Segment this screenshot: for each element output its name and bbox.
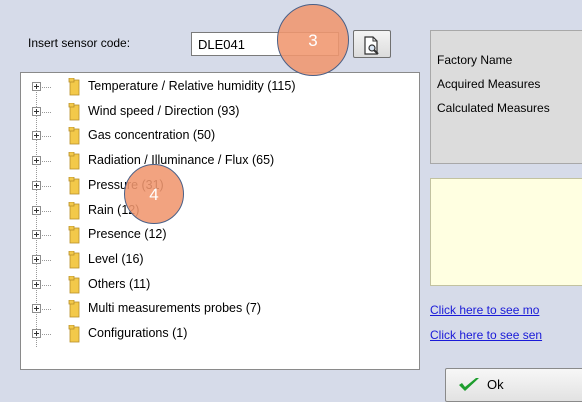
expand-plus-icon[interactable] (32, 156, 41, 166)
tree-item[interactable]: Rain (12) (21, 201, 411, 221)
tree-item-label: Level (16) (88, 251, 144, 266)
tree-item-label: Others (11) (88, 276, 151, 291)
expand-plus-icon[interactable] (32, 205, 41, 215)
green-check-icon (459, 378, 479, 391)
tree-item-label: Configurations (1) (88, 326, 188, 340)
info-acquired-measures-label: Acquired Measures (437, 77, 541, 91)
info-calculated-measures-label: Calculated Measures (437, 101, 550, 115)
ok-button[interactable]: Ok (445, 368, 582, 402)
folder-icon (53, 324, 81, 346)
tree-connector (42, 161, 51, 163)
annotation-marker-3: 3 (277, 4, 349, 76)
expand-plus-icon[interactable] (32, 329, 41, 338)
tree-item[interactable]: Presence (12) (21, 225, 411, 245)
tree-item[interactable]: Radiation / Illuminance / Flux (65) (21, 151, 411, 171)
expand-plus-icon[interactable] (32, 131, 41, 141)
see-sensor-link[interactable]: Click here to see sen (430, 328, 542, 342)
tree-connector (42, 136, 51, 138)
tree-item-label: Temperature / Relative humidity (115) (88, 79, 296, 93)
tree-item[interactable]: Wind speed / Direction (93) (21, 102, 411, 122)
tree-item[interactable]: Others (11) (21, 275, 411, 295)
more-info-link[interactable]: Click here to see mo (430, 303, 539, 317)
tree-connector (42, 284, 51, 286)
folder-icon (53, 275, 81, 297)
tree-item[interactable]: Gas concentration (50) (21, 126, 411, 146)
tree-connector (42, 210, 51, 212)
sensor-search-button[interactable] (353, 30, 391, 58)
tree-connector (42, 111, 51, 113)
folder-icon (53, 151, 81, 173)
expand-plus-icon[interactable] (32, 106, 41, 116)
tree-item-label: Wind speed / Direction (93) (88, 103, 240, 118)
folder-icon (53, 299, 81, 321)
tree-connector (42, 309, 51, 311)
tree-connector (42, 259, 51, 261)
folder-icon (53, 225, 81, 247)
tree-connector (42, 235, 51, 237)
sensor-info-panel: Factory Name Acquired Measures Calculate… (430, 30, 582, 164)
sensor-category-tree[interactable]: Temperature / Relative humidity (115) Win… (20, 72, 420, 370)
sensor-code-label: Insert sensor code: (28, 36, 131, 50)
tree-connector (42, 334, 51, 335)
expand-plus-icon[interactable] (32, 279, 41, 289)
expand-plus-icon[interactable] (32, 254, 41, 264)
tree-item[interactable]: Configurations (1) (21, 324, 411, 344)
folder-icon (53, 126, 81, 148)
ok-label: Ok (487, 377, 504, 392)
tree-item-label: Presence (12) (88, 227, 167, 242)
tree-item-label: Gas concentration (50) (88, 128, 216, 143)
folder-icon (53, 102, 81, 124)
tree-connector (42, 185, 51, 187)
expand-plus-icon[interactable] (32, 82, 41, 91)
tree-item-label: Radiation / Illuminance / Flux (65) (88, 153, 275, 168)
folder-icon (53, 201, 81, 223)
info-factory-name-label: Factory Name (437, 53, 513, 67)
tree-connector (42, 87, 51, 88)
tree-item[interactable]: Level (16) (21, 250, 411, 270)
expand-plus-icon[interactable] (32, 230, 41, 240)
sensor-description-panel (430, 178, 582, 286)
tree-item[interactable]: Pressure (31) (21, 176, 411, 196)
expand-plus-icon[interactable] (32, 180, 41, 190)
document-search-icon (364, 36, 379, 55)
folder-icon (53, 250, 81, 272)
tree-item-label: Multi measurements probes (7) (88, 301, 261, 316)
folder-icon (53, 176, 81, 198)
annotation-marker-4: 4 (124, 164, 184, 224)
tree-item[interactable]: Multi measurements probes (7) (21, 299, 411, 319)
folder-icon (53, 77, 81, 99)
expand-plus-icon[interactable] (32, 304, 41, 314)
tree-item[interactable]: Temperature / Relative humidity (115) (21, 77, 411, 97)
